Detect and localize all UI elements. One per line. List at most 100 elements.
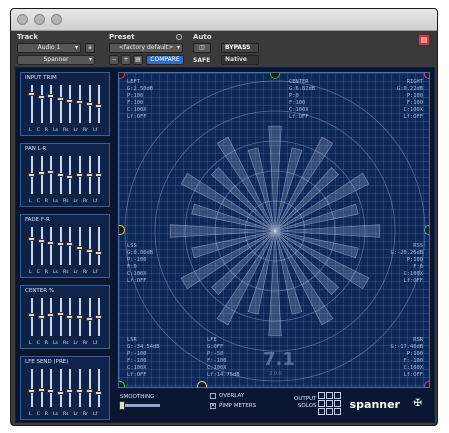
speaker-lfe-icon[interactable] — [197, 381, 207, 387]
fader-track[interactable] — [85, 369, 93, 407]
fader-track[interactable] — [56, 369, 64, 407]
fader-track[interactable] — [66, 156, 74, 194]
fader-track[interactable] — [76, 227, 83, 265]
fader-track[interactable] — [95, 85, 103, 123]
fader-knob[interactable] — [47, 93, 55, 98]
fader-track[interactable] — [37, 227, 45, 265]
fader-knob[interactable] — [28, 173, 35, 177]
speaker-left-rear-icon[interactable] — [119, 381, 125, 387]
smoothing-slider-thumb[interactable] — [119, 401, 125, 410]
preset-selector[interactable]: <factory default> — [109, 43, 183, 53]
fader-track[interactable] — [56, 298, 64, 336]
fader-track[interactable] — [95, 298, 103, 336]
solo-button[interactable] — [334, 392, 341, 399]
fader-knob[interactable] — [85, 389, 93, 394]
preset-library-icon[interactable]: ▤ — [133, 55, 143, 65]
solo-button[interactable] — [334, 408, 341, 415]
bypass-button[interactable]: BYPASS — [221, 43, 259, 53]
fader-knob[interactable] — [37, 171, 45, 176]
fader-knob[interactable] — [47, 240, 55, 245]
fader-track[interactable] — [85, 298, 93, 336]
solo-button[interactable] — [334, 400, 341, 407]
track-channel-button[interactable]: a — [85, 43, 95, 53]
speaker-right-surround-icon[interactable] — [424, 225, 429, 235]
fader-knob[interactable] — [37, 95, 45, 100]
solo-button[interactable] — [318, 392, 325, 399]
fader-knob[interactable] — [76, 173, 83, 177]
fader-knob[interactable] — [76, 100, 83, 105]
close-button[interactable] — [17, 14, 28, 25]
fader-track[interactable] — [47, 298, 55, 336]
smoothing-slider[interactable] — [119, 401, 160, 410]
fader-knob[interactable] — [85, 102, 93, 106]
fader-track[interactable] — [85, 156, 93, 194]
track-selector[interactable]: Audio 1 — [17, 43, 81, 53]
solo-button[interactable] — [326, 400, 333, 407]
fader-track[interactable] — [66, 227, 74, 265]
fader-track[interactable] — [28, 156, 35, 194]
fader-track[interactable] — [47, 85, 55, 123]
fader-knob[interactable] — [47, 389, 55, 394]
fader-knob[interactable] — [28, 313, 35, 318]
fader-knob[interactable] — [95, 250, 103, 255]
fader-knob[interactable] — [37, 387, 45, 392]
fader-track[interactable] — [37, 369, 45, 407]
solo-button[interactable] — [318, 408, 325, 415]
fader-knob[interactable] — [66, 174, 74, 179]
fader-track[interactable] — [56, 85, 64, 123]
fader-knob[interactable] — [85, 173, 93, 177]
fader-track[interactable] — [85, 85, 93, 123]
fader-knob[interactable] — [56, 311, 64, 316]
fader-track[interactable] — [37, 85, 45, 123]
fader-knob[interactable] — [47, 169, 55, 174]
fader-track[interactable] — [66, 85, 74, 123]
fader-knob[interactable] — [76, 389, 83, 394]
fader-knob[interactable] — [76, 245, 83, 250]
solo-button[interactable] — [318, 400, 325, 407]
speaker-right-rear-icon[interactable] — [424, 381, 429, 387]
zoom-button[interactable] — [51, 14, 62, 25]
fader-knob[interactable] — [85, 316, 93, 321]
fader-track[interactable] — [47, 156, 55, 194]
solo-button[interactable] — [326, 408, 333, 415]
fader-knob[interactable] — [28, 237, 35, 242]
fader-knob[interactable] — [37, 315, 45, 319]
fader-track[interactable] — [95, 156, 103, 194]
fader-track[interactable] — [47, 227, 55, 265]
fader-knob[interactable] — [66, 389, 74, 394]
fader-track[interactable] — [95, 369, 103, 407]
fader-track[interactable] — [37, 298, 45, 336]
fader-track[interactable] — [56, 227, 64, 265]
fader-track[interactable] — [76, 156, 83, 194]
fader-knob[interactable] — [66, 98, 74, 103]
fader-knob[interactable] — [56, 173, 64, 177]
compare-button[interactable]: COMPARE — [146, 55, 184, 65]
fader-knob[interactable] — [95, 173, 103, 177]
fader-knob[interactable] — [76, 315, 83, 319]
preset-minus-button[interactable]: − — [109, 55, 119, 65]
pimp-meters-checkbox[interactable]: ✕ — [210, 403, 216, 409]
fader-track[interactable] — [28, 369, 35, 407]
fader-knob[interactable] — [85, 249, 93, 254]
overlay-checkbox[interactable] — [210, 393, 216, 399]
preset-plus-button[interactable]: + — [121, 55, 131, 65]
fader-track[interactable] — [28, 85, 35, 123]
fader-knob[interactable] — [56, 96, 64, 101]
fader-knob[interactable] — [37, 238, 45, 243]
fader-track[interactable] — [37, 156, 45, 194]
fader-knob[interactable] — [95, 315, 103, 319]
fader-knob[interactable] — [66, 242, 74, 247]
fader-knob[interactable] — [56, 242, 64, 247]
fader-knob[interactable] — [47, 313, 55, 318]
fader-track[interactable] — [76, 85, 83, 123]
fader-track[interactable] — [47, 369, 55, 407]
solo-button[interactable] — [326, 392, 333, 399]
plugin-selector[interactable]: Spanner — [17, 55, 95, 65]
surround-display[interactable]: LEFT G:2.50dB P:100 F:100 C:100X Lf:OFF … — [118, 72, 430, 388]
fader-track[interactable] — [66, 369, 74, 407]
fader-track[interactable] — [28, 298, 35, 336]
safe-button[interactable]: SAFE — [193, 57, 210, 64]
fader-knob[interactable] — [56, 391, 64, 396]
fader-track[interactable] — [28, 227, 35, 265]
fader-knob[interactable] — [95, 103, 103, 108]
